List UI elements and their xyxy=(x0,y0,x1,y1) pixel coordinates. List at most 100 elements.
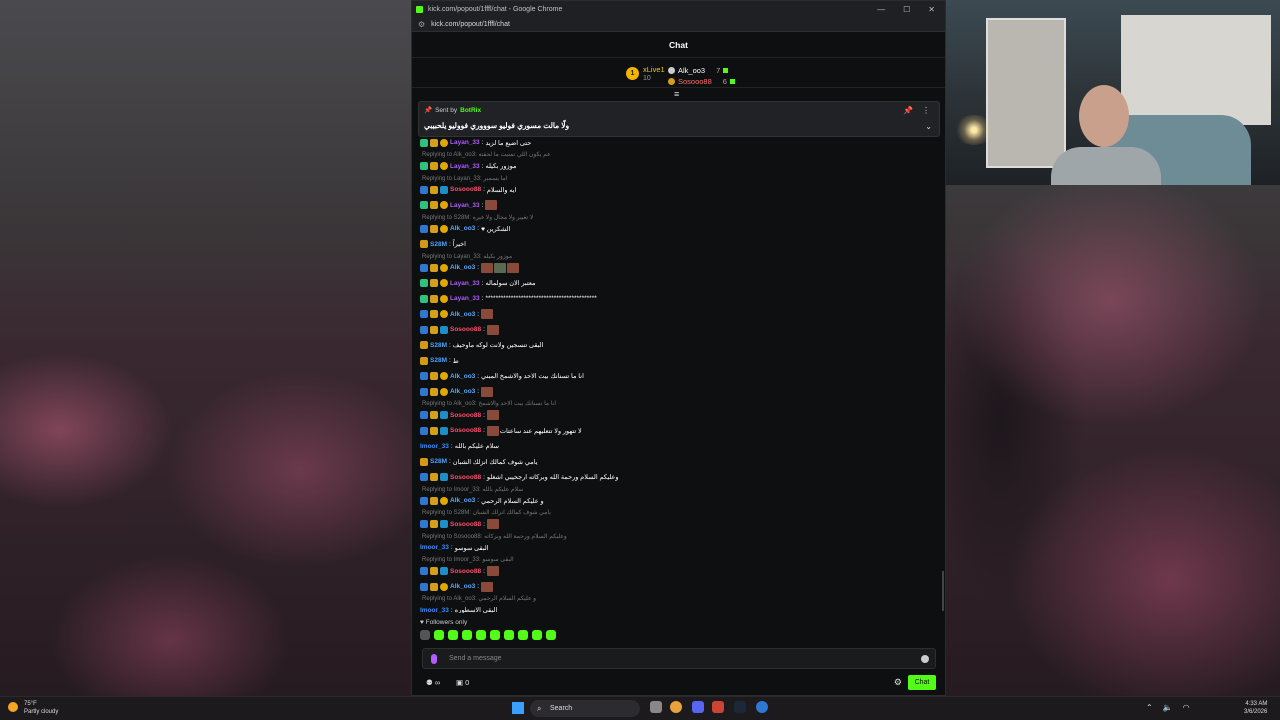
username[interactable]: Alk_oo3 xyxy=(450,583,475,590)
message-text: ****************************************… xyxy=(485,295,597,303)
emote-button[interactable] xyxy=(490,630,500,640)
file-explorer-icon[interactable] xyxy=(650,701,662,713)
username[interactable]: Alk_oo3 xyxy=(450,388,475,395)
username[interactable]: Imoor_33 xyxy=(420,443,449,450)
emote-button[interactable] xyxy=(476,630,486,640)
app-icon[interactable] xyxy=(712,701,724,713)
chevron-up-icon[interactable]: ⌃ xyxy=(1146,703,1153,712)
username[interactable]: Sosooo88 xyxy=(450,427,481,434)
emote-button[interactable] xyxy=(434,630,444,640)
username[interactable]: Alk_oo3 xyxy=(450,311,475,318)
close-icon[interactable]: ✕ xyxy=(928,5,935,14)
cup-badge-icon xyxy=(430,294,438,303)
reply-context[interactable]: Replying to Imoor_33: سلام عليكم بالله xyxy=(420,485,940,493)
username[interactable]: Layan_33 xyxy=(450,163,480,170)
tickets[interactable]: ▣ 0 xyxy=(456,678,469,687)
collapse-icon[interactable]: ≡ xyxy=(674,89,679,99)
vip-badge-icon xyxy=(440,201,448,210)
sword-badge-icon xyxy=(420,224,428,233)
discord-icon[interactable] xyxy=(692,701,704,713)
reply-context[interactable]: Replying to S28M: لا تغيير ولا مجال ولا … xyxy=(420,213,940,221)
chat-message: S28M: البقى تنسجين ولانت لوكه ماوحيف xyxy=(420,338,940,354)
clock[interactable]: 4:33 AM 3/6/2026 xyxy=(1244,700,1267,716)
username[interactable]: Sosooo88 xyxy=(450,474,481,481)
emote-button[interactable] xyxy=(504,630,514,640)
sub-badge-icon xyxy=(420,162,428,171)
message-input[interactable]: Send a message xyxy=(422,648,936,669)
scrollbar[interactable] xyxy=(942,571,944,611)
username[interactable]: S28M xyxy=(430,241,447,248)
reply-context[interactable]: Replying to Imoor_33: البقى سوسو xyxy=(420,556,940,564)
username[interactable]: Alk_oo3 xyxy=(450,225,475,232)
emote-button[interactable] xyxy=(546,630,556,640)
sword-badge-icon xyxy=(420,310,428,319)
chat-heading: Chat xyxy=(412,32,945,58)
emote-button[interactable] xyxy=(462,630,472,640)
heart-icon: ♥ xyxy=(420,619,424,626)
emote-image xyxy=(486,425,499,436)
username[interactable]: Sosooo88 xyxy=(450,568,481,575)
username[interactable]: Imoor_33 xyxy=(420,607,449,613)
username[interactable]: Sosooo88 xyxy=(450,412,481,419)
reply-context[interactable]: Replying to Layan_33: اما يسمبر xyxy=(420,174,940,182)
username[interactable]: Sosooo88 xyxy=(450,521,481,528)
username[interactable]: Layan_33 xyxy=(450,280,480,287)
leaderboard-entry[interactable]: Alk_oo3 7 xyxy=(668,65,735,76)
sword-badge-icon xyxy=(420,582,428,591)
reply-context[interactable]: Replying to Alk_oo3: انا ما تسنانك بيت ا… xyxy=(420,400,940,408)
taskbar-search[interactable]: ⌕ Search xyxy=(530,700,640,717)
emote-button[interactable] xyxy=(532,630,542,640)
reply-context[interactable]: Replying to Alk_oo3: و عليكم السلام الرح… xyxy=(420,595,940,603)
wifi-icon[interactable]: ◠ xyxy=(1183,703,1190,712)
username[interactable]: Sosooo88 xyxy=(450,186,481,193)
site-settings-icon[interactable]: ⚙ xyxy=(418,20,425,29)
reply-context[interactable]: Replying to Alk_oo3: عم يكون اللي تمنيت … xyxy=(420,151,940,159)
start-icon[interactable] xyxy=(512,702,524,714)
user-icon xyxy=(668,67,675,74)
quick-emotes xyxy=(420,630,940,640)
address-bar[interactable]: ⚙ kick.com/popout/1fffl/chat xyxy=(412,17,945,32)
leader-name: Sosooo88 xyxy=(678,77,712,86)
message-text: ايه والسلام xyxy=(486,186,517,194)
more-options-icon[interactable]: ⋮ xyxy=(922,106,930,115)
sword-badge-icon xyxy=(420,387,428,396)
chevron-down-icon[interactable]: ⌄ xyxy=(925,122,932,131)
unpin-icon[interactable]: 📌 xyxy=(903,106,913,115)
emoji-icon[interactable] xyxy=(921,655,929,663)
emote-button[interactable] xyxy=(448,630,458,640)
username[interactable]: Sosooo88 xyxy=(450,326,481,333)
username[interactable]: Layan_33 xyxy=(450,139,480,146)
reply-context[interactable]: Replying to Layan_33: موزور بكيله xyxy=(420,252,940,260)
username[interactable]: Alk_oo3 xyxy=(450,497,475,504)
emote-button[interactable] xyxy=(420,630,430,640)
username[interactable]: S28M xyxy=(430,342,447,349)
message-placeholder: Send a message xyxy=(449,655,502,662)
username[interactable]: Alk_oo3 xyxy=(450,373,475,380)
message-text: لا تتهور ولا تتعليهم عند ساعتات xyxy=(499,427,582,435)
weather-widget[interactable]: 75°F Partly cloudy xyxy=(8,700,58,716)
username[interactable]: Imoor_33 xyxy=(420,544,449,551)
minimize-icon[interactable]: — xyxy=(877,5,885,14)
username[interactable]: Layan_33 xyxy=(450,202,480,209)
reply-context[interactable]: Replying to S28M: يامي شوف كمالك انزلك ا… xyxy=(420,509,940,517)
username[interactable]: Alk_oo3 xyxy=(450,264,475,271)
username[interactable]: S28M xyxy=(430,458,447,465)
username[interactable]: S28M xyxy=(430,357,447,364)
chat-message: Imoor_33: سلام عليكم بالله xyxy=(420,442,499,451)
steam-icon[interactable] xyxy=(734,701,746,713)
chrome-icon[interactable] xyxy=(670,701,682,713)
pinned-message[interactable]: 📌 Sent by BotRix ولّا مالت مسوري فوليو سوو… xyxy=(418,101,940,137)
mic-icon[interactable] xyxy=(431,654,437,664)
maximize-icon[interactable]: ☐ xyxy=(903,5,910,14)
settings-icon[interactable]: ⚙ xyxy=(894,677,902,688)
emote-button[interactable] xyxy=(518,630,528,640)
volume-icon[interactable]: 🔈 xyxy=(1163,703,1173,712)
reply-context[interactable]: Replying to Sosooo88: وعليكم السلام ورحم… xyxy=(420,532,940,540)
app-icon[interactable] xyxy=(756,701,768,713)
username[interactable]: Layan_33 xyxy=(450,295,480,302)
send-chat-button[interactable]: Chat xyxy=(908,675,936,690)
channel-points[interactable]: ⚉ ∞ xyxy=(426,678,440,687)
leader-count: 6 xyxy=(722,77,727,86)
leaderboard-entry[interactable]: Sosooo88 6 xyxy=(668,76,735,87)
emote-image xyxy=(486,324,499,335)
